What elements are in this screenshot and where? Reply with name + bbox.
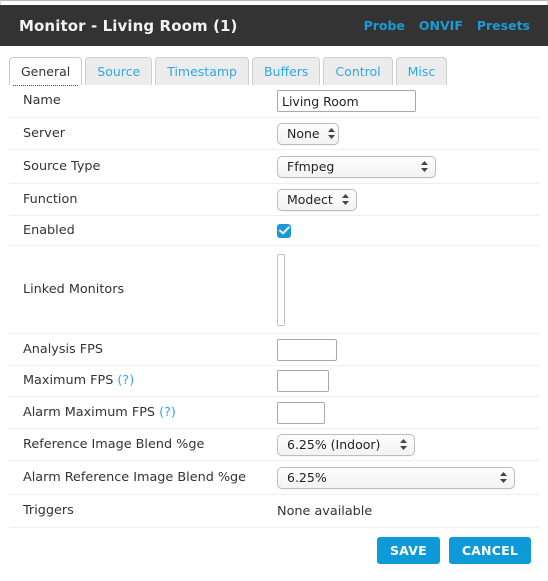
tab-buffers[interactable]: Buffers	[251, 57, 321, 85]
label-analysis-fps: Analysis FPS	[23, 341, 103, 357]
label-server: Server	[23, 125, 65, 141]
row-linked-monitors: Linked Monitors	[9, 246, 539, 334]
tab-misc[interactable]: Misc	[395, 57, 448, 85]
tab-general[interactable]: General	[9, 57, 83, 86]
label-function: Function	[23, 191, 78, 207]
general-settings-form: Name Server None Source Type F	[0, 85, 548, 528]
row-alarm-reference-image-blend: Alarm Reference Image Blend %ge 6.25%	[9, 461, 539, 495]
row-server: Server None	[9, 118, 539, 150]
maximum-fps-help-link[interactable]: (?)	[117, 373, 134, 388]
label-enabled: Enabled	[23, 222, 75, 238]
source-type-select-value: Ffmpeg	[287, 159, 335, 174]
alarm-reference-image-blend-select[interactable]: 6.25%	[277, 466, 515, 489]
function-select[interactable]: Modect	[277, 188, 357, 211]
field-server: None	[277, 122, 539, 145]
field-source-type: Ffmpeg	[277, 155, 539, 178]
alarm-reference-image-blend-value: 6.25%	[287, 470, 327, 485]
enabled-checkbox[interactable]	[277, 223, 291, 238]
label-maximum-fps: Maximum FPS (?)	[9, 373, 277, 388]
onvif-link[interactable]: ONVIF	[419, 18, 463, 33]
label-maximum-fps-text: Maximum FPS	[23, 373, 114, 389]
field-maximum-fps	[277, 370, 539, 392]
field-name	[277, 90, 539, 112]
field-triggers: None available	[277, 504, 539, 519]
function-select-value: Modect	[287, 192, 333, 207]
updown-arrows-icon	[499, 471, 508, 484]
triggers-value: None available	[277, 503, 373, 519]
maximum-fps-input[interactable]	[277, 370, 329, 392]
monitor-edit-window: Monitor - Living Room (1) Probe ONVIF Pr…	[0, 0, 548, 581]
reference-image-blend-value: 6.25% (Indoor)	[287, 437, 381, 452]
row-alarm-maximum-fps: Alarm Maximum FPS (?)	[9, 397, 539, 429]
window-header: Monitor - Living Room (1) Probe ONVIF Pr…	[0, 5, 548, 46]
label-triggers: Triggers	[23, 503, 74, 519]
field-reference-image-blend: 6.25% (Indoor)	[277, 433, 539, 456]
row-triggers: Triggers None available	[9, 495, 539, 528]
alarm-maximum-fps-input[interactable]	[277, 401, 325, 424]
row-reference-image-blend: Reference Image Blend %ge 6.25% (Indoor)	[9, 429, 539, 461]
row-analysis-fps: Analysis FPS	[9, 334, 539, 366]
page-title: Monitor - Living Room (1)	[19, 16, 238, 35]
tab-timestamp[interactable]: Timestamp	[155, 57, 249, 85]
field-alarm-reference-image-blend: 6.25%	[277, 466, 539, 489]
name-input[interactable]	[277, 90, 416, 112]
label-reference-image-blend: Reference Image Blend %ge	[23, 436, 205, 452]
server-select-value: None	[287, 126, 320, 141]
form-actions: SAVE CANCEL	[0, 533, 548, 581]
linked-monitors-listbox[interactable]	[277, 253, 285, 326]
row-maximum-fps: Maximum FPS (?)	[9, 366, 539, 397]
label-source-type: Source Type	[23, 158, 101, 174]
row-name: Name	[9, 85, 539, 118]
field-linked-monitors	[277, 253, 539, 326]
updown-arrows-icon	[399, 438, 408, 451]
row-function: Function Modect	[9, 184, 539, 216]
row-enabled: Enabled	[9, 216, 539, 246]
label-linked-monitors: Linked Monitors	[23, 281, 125, 297]
updown-arrows-icon	[420, 160, 429, 173]
field-enabled	[277, 223, 539, 238]
save-button[interactable]: SAVE	[376, 537, 440, 564]
tab-bar: General Source Timestamp Buffers Control…	[9, 57, 448, 86]
field-function: Modect	[277, 188, 539, 211]
field-alarm-maximum-fps	[277, 401, 539, 424]
checkmark-icon	[278, 226, 290, 235]
analysis-fps-input[interactable]	[277, 338, 337, 361]
label-name: Name	[23, 93, 61, 109]
server-select[interactable]: None	[277, 122, 339, 145]
tab-control[interactable]: Control	[323, 57, 393, 85]
field-analysis-fps	[277, 338, 539, 361]
updown-arrows-icon	[341, 193, 350, 206]
tab-source[interactable]: Source	[85, 57, 153, 85]
probe-link[interactable]: Probe	[364, 18, 405, 33]
cancel-button[interactable]: CANCEL	[448, 537, 531, 564]
alarm-maximum-fps-help-link[interactable]: (?)	[159, 405, 176, 420]
source-type-select[interactable]: Ffmpeg	[277, 155, 436, 178]
row-source-type: Source Type Ffmpeg	[9, 150, 539, 184]
updown-arrows-icon	[327, 127, 336, 140]
presets-link[interactable]: Presets	[477, 18, 530, 33]
reference-image-blend-select[interactable]: 6.25% (Indoor)	[277, 433, 415, 456]
label-alarm-maximum-fps: Alarm Maximum FPS (?)	[9, 405, 277, 420]
label-alarm-maximum-fps-text: Alarm Maximum FPS	[23, 404, 156, 420]
header-links: Probe ONVIF Presets	[364, 18, 530, 33]
label-alarm-reference-image-blend: Alarm Reference Image Blend %ge	[23, 469, 247, 485]
